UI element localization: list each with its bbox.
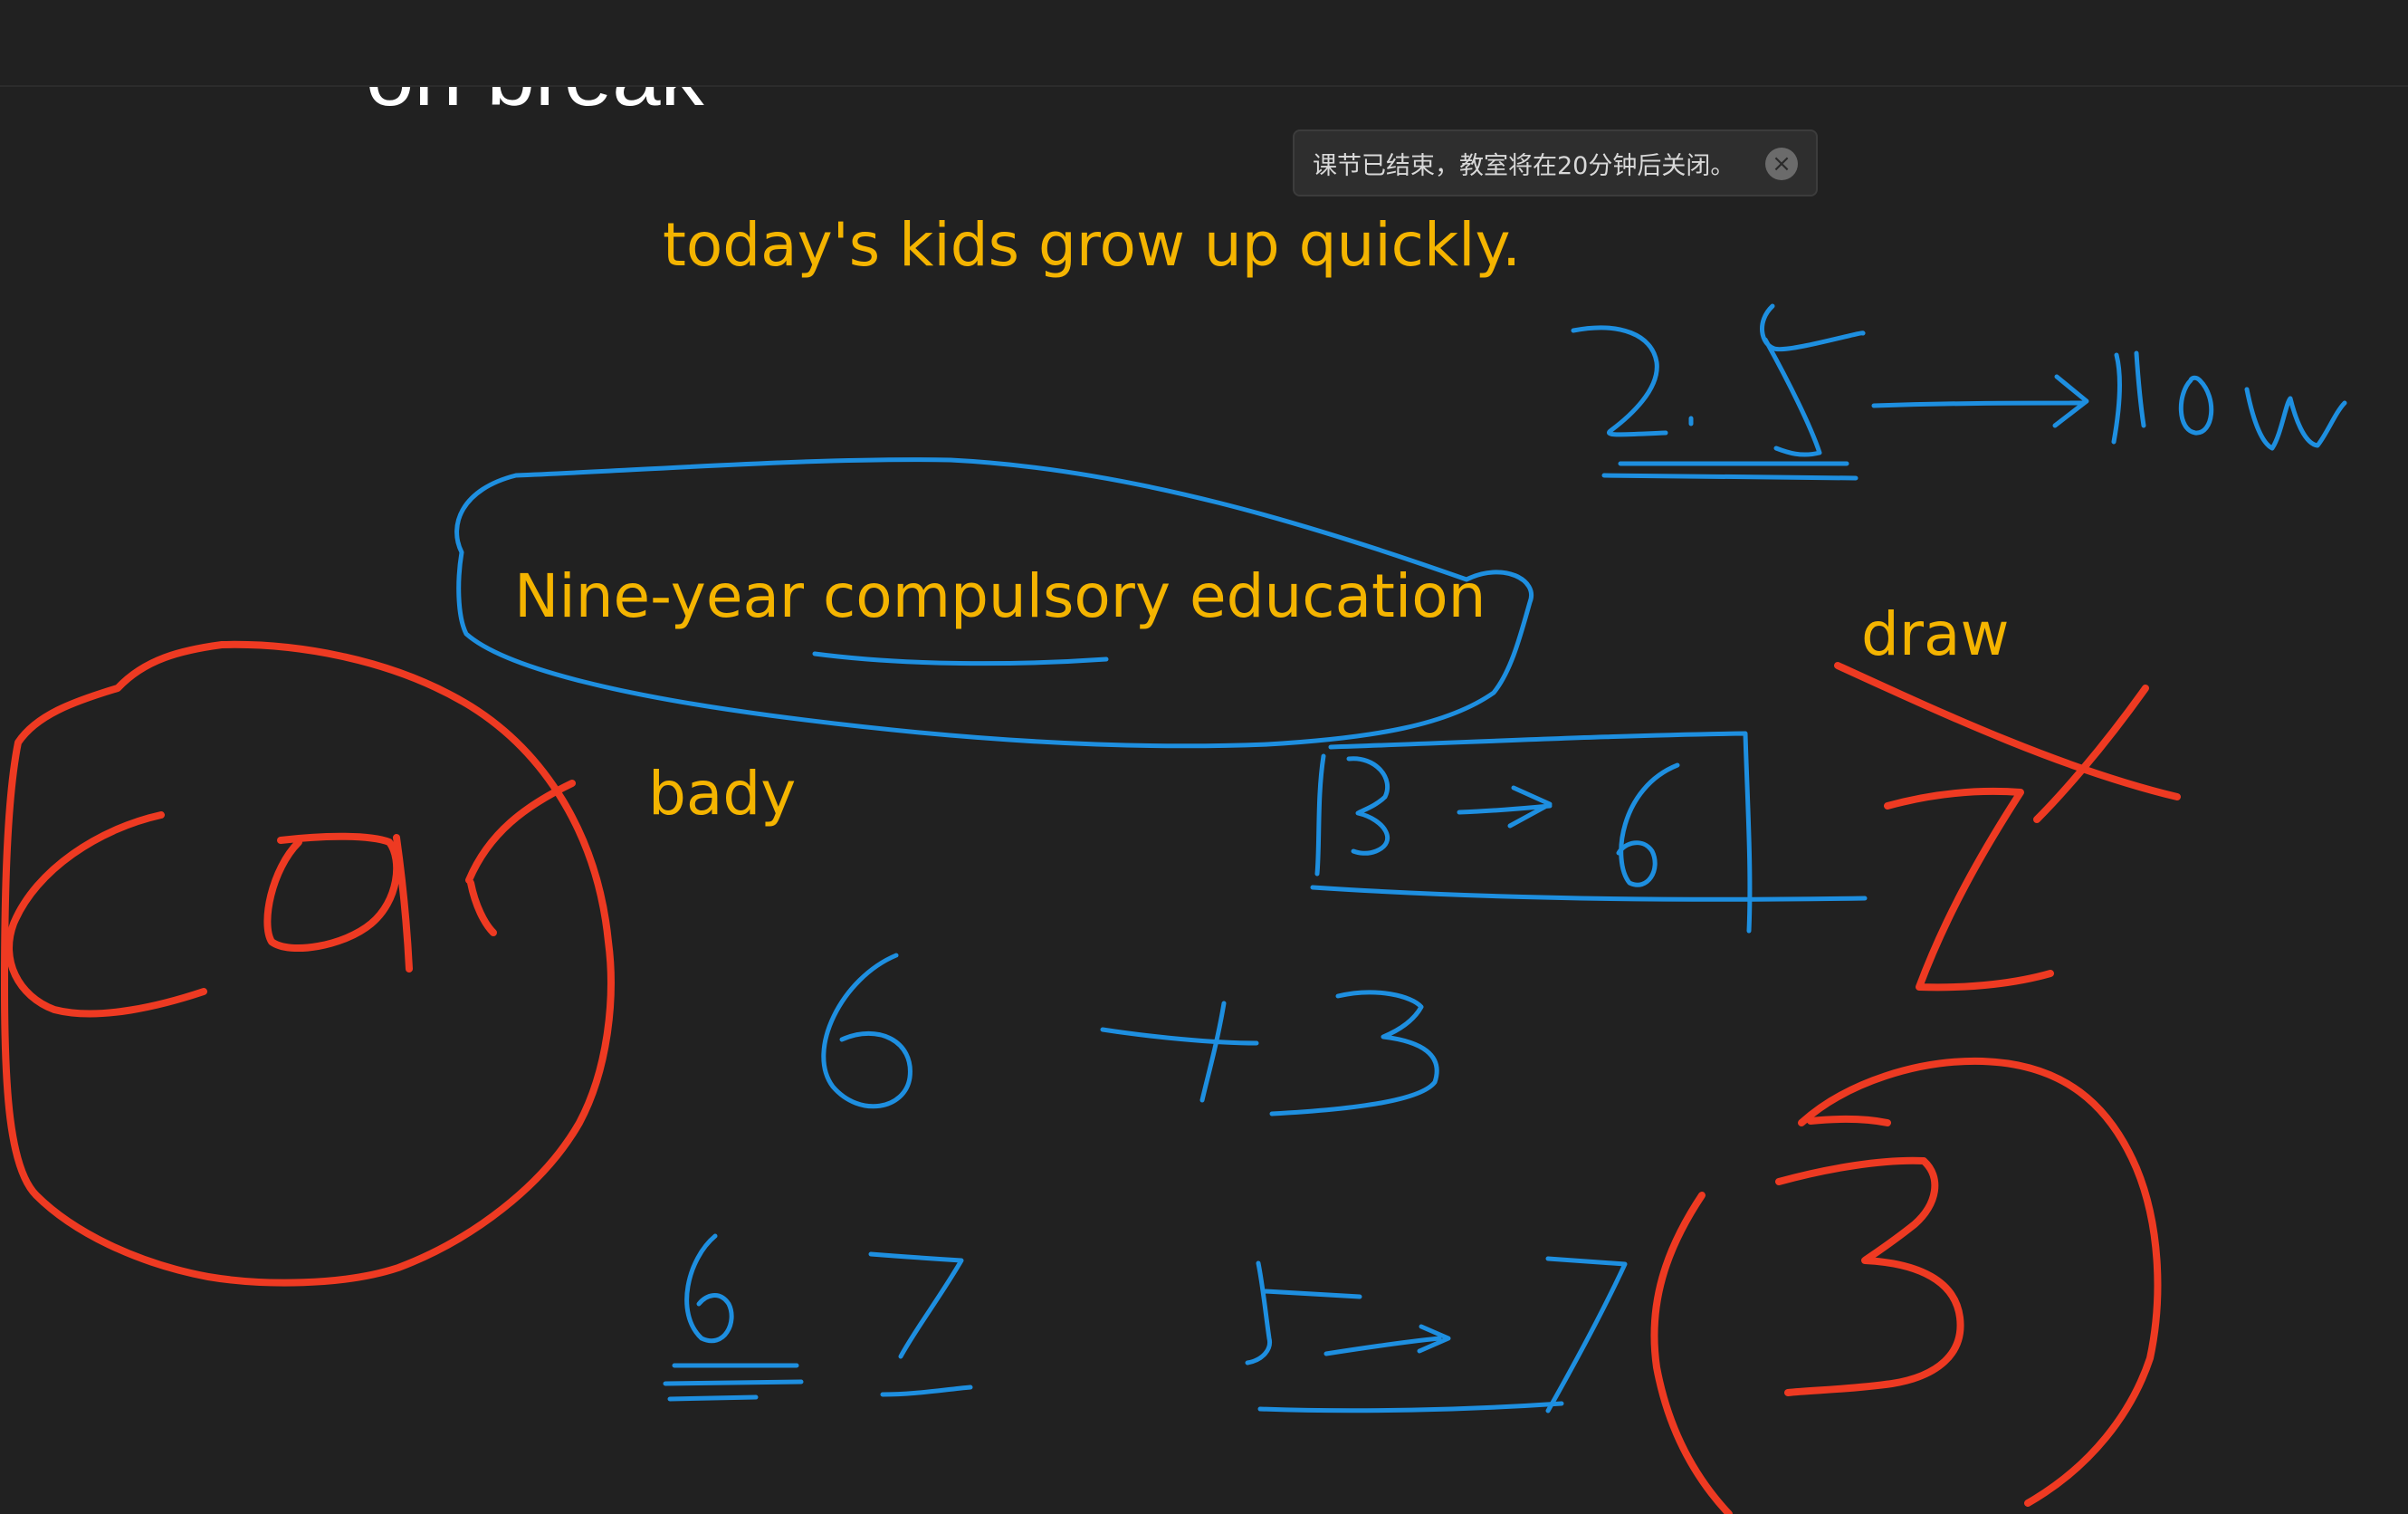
ink-draw-strike [1834,662,2181,823]
notification-message: 课节已结束，教室将在20分钟后关闭。 [1313,151,1735,180]
slide-text-draw: draw [1861,599,2010,669]
ink-2-5-underline [1601,461,1859,481]
ink-plus [1100,1001,1259,1103]
ink-z [1884,787,2054,992]
ink-13 [1314,753,1390,877]
class-ended-notification: 课节已结束，教室将在20分钟后关闭。 × [1293,129,1818,196]
ink-box [1310,731,1868,934]
ink-5 [1759,303,1866,457]
ink-6-underline [663,1363,804,1402]
ink-education-underline [812,651,1109,666]
ink-13-arrow [1457,785,1553,829]
top-toolbar [0,0,2408,87]
slide-text-education: Nine-year compulsory education [514,561,1486,631]
ink-3 [1269,990,1439,1116]
slide-text-kids: today's kids grow up quickly. [663,210,1522,280]
ink-5-bottom [1245,1260,1362,1365]
slide-text-bady: bady [648,759,797,829]
ink-5-arrow [1323,1324,1451,1356]
ink-6-boxed [1616,762,1680,887]
blue-ink-strokes [454,303,2347,1413]
red-ink-strokes [1,640,2181,1514]
ink-7-bottom [1545,1256,1628,1413]
ink-circle-right [1650,1057,2162,1514]
ink-6-bottom [684,1233,734,1344]
ink-5-7-underline [1257,1401,1564,1413]
ink-arrow-to-now [1871,374,2089,428]
ink-3-red [1775,1115,1964,1396]
ink-now [2111,350,2347,451]
ink-circle-left [1,640,615,1287]
close-icon[interactable]: × [1765,148,1798,180]
whiteboard-canvas[interactable]: on break today's kids grow up quickly. N… [0,0,2408,1514]
ink-car [5,780,576,1018]
ink-6 [821,953,913,1109]
ink-2-5 [1571,325,1668,437]
ink-7 [868,1251,973,1397]
